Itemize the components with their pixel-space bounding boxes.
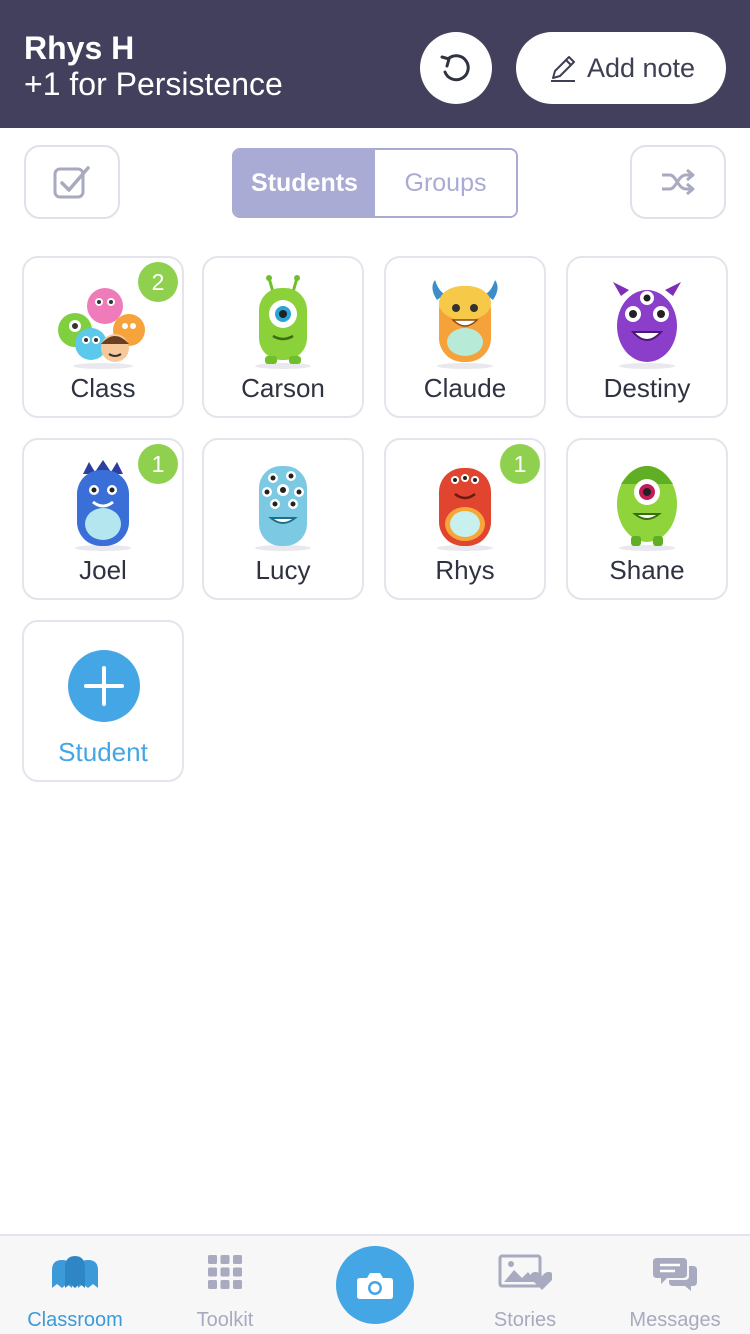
point-badge: 1	[500, 444, 540, 484]
red-monster-avatar	[437, 468, 493, 551]
stories-icon	[498, 1254, 552, 1290]
card-label: Joel	[79, 555, 127, 585]
purple-three-eyed-monster-avatar	[613, 282, 681, 369]
class-group-avatar	[58, 288, 145, 369]
card-label: Claude	[423, 373, 507, 403]
student-card-shane[interactable]: Shane	[566, 438, 728, 600]
class-card[interactable]: 2 Class	[22, 256, 184, 418]
light-blue-many-eyed-monster-avatar	[255, 466, 311, 551]
student-card-claude[interactable]: Claude	[384, 256, 546, 418]
messages-icon	[653, 1258, 697, 1291]
add-student-label: Student	[58, 737, 148, 767]
nav-label-toolkit: Toolkit	[196, 1309, 254, 1331]
undo-icon	[440, 54, 470, 82]
random-picker-button[interactable]	[630, 145, 726, 219]
add-student-circle	[68, 650, 140, 722]
card-label: Rhys	[435, 555, 495, 585]
point-badge: 2	[138, 262, 178, 302]
card-label: Destiny	[603, 373, 691, 403]
nav-label-classroom: Classroom	[27, 1309, 123, 1331]
point-badge: 1	[138, 444, 178, 484]
nav-label-stories: Stories	[493, 1309, 557, 1331]
add-student-card[interactable]: Student	[22, 620, 184, 782]
tab-groups[interactable]: Groups	[375, 150, 516, 216]
checkbox-icon	[53, 166, 90, 199]
banner-point-message: +1 for Persistence	[24, 66, 283, 102]
add-note-label: Add note	[586, 52, 696, 83]
lime-cyclops-monster-avatar	[617, 466, 677, 551]
nav-toolkit[interactable]: Toolkit	[150, 1236, 300, 1334]
pencil-icon	[550, 56, 575, 82]
card-label: Lucy	[255, 555, 311, 585]
green-cyclops-monster-avatar	[255, 275, 311, 369]
card-label: Shane	[609, 555, 685, 585]
blue-monster-avatar	[75, 460, 131, 551]
shuffle-icon	[662, 168, 695, 196]
card-label: Carson	[241, 373, 325, 403]
student-card-destiny[interactable]: Destiny	[566, 256, 728, 418]
nav-messages[interactable]: Messages	[600, 1236, 750, 1334]
students-groups-toggle: Students Groups	[232, 148, 518, 218]
camera-button[interactable]	[336, 1246, 414, 1324]
tab-students[interactable]: Students	[234, 150, 375, 216]
card-label: Class	[70, 373, 136, 403]
student-card-carson[interactable]: Carson	[202, 256, 364, 418]
select-multiple-button[interactable]	[24, 145, 120, 219]
nav-classroom[interactable]: Classroom	[0, 1236, 150, 1334]
feedback-banner: Rhys H +1 for Persistence Add note	[0, 0, 750, 128]
nav-stories[interactable]: Stories	[450, 1236, 600, 1334]
banner-student-name: Rhys H	[24, 30, 135, 66]
classroom-icon	[52, 1256, 98, 1288]
camera-icon	[357, 1273, 393, 1299]
plus-icon	[84, 666, 124, 706]
nav-label-messages: Messages	[629, 1309, 721, 1331]
grid-icon	[208, 1255, 242, 1289]
student-card-rhys[interactable]: 1 Rhys	[384, 438, 546, 600]
orange-horned-monster-avatar	[432, 280, 498, 369]
student-card-lucy[interactable]: Lucy	[202, 438, 364, 600]
undo-button[interactable]	[420, 32, 492, 104]
add-note-button[interactable]: Add note	[516, 32, 726, 104]
student-card-joel[interactable]: 1 Joel	[22, 438, 184, 600]
